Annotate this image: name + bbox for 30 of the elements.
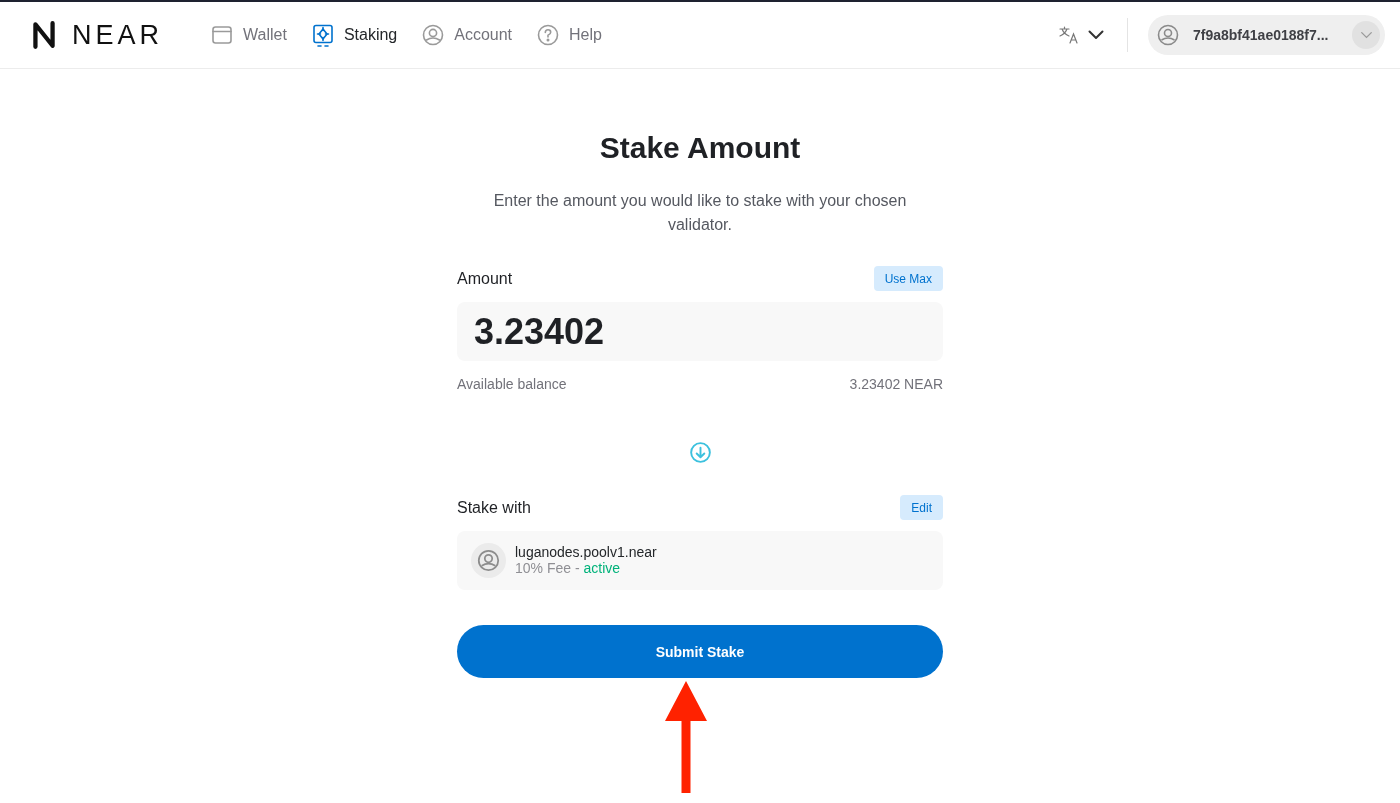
use-max-button[interactable]: Use Max xyxy=(873,266,943,291)
chevron-down-icon xyxy=(1088,30,1104,40)
pointer-arrow-icon xyxy=(664,681,708,793)
nav-tab[interactable]: Help xyxy=(537,15,602,55)
help-icon xyxy=(537,23,560,47)
validator-name: luganodes.poolv1.near xyxy=(515,544,657,560)
wallet-icon xyxy=(211,23,233,47)
logo-link[interactable]: NEAR xyxy=(27,19,163,51)
account-button[interactable]: 7f9a8bf41ae0188f7... xyxy=(1148,15,1385,55)
description-text: Enter the amount you would like to stake with your chosen validator. xyxy=(492,191,908,235)
stake-with-label: Stake with xyxy=(457,498,531,517)
balance-value: 3.23402 NEAR xyxy=(849,376,943,392)
nav-tab[interactable]: Wallet xyxy=(211,15,287,55)
page-title: Stake Amount xyxy=(598,130,802,166)
safe-icon xyxy=(311,23,334,47)
edit-button[interactable]: Edit xyxy=(900,495,943,520)
validator-avatar-icon xyxy=(471,543,506,578)
amount-label: Amount xyxy=(457,269,513,288)
fee-text: 10% Fee - xyxy=(515,560,580,576)
balance-label: Available balance xyxy=(457,376,567,392)
user-circle-icon xyxy=(422,23,445,47)
status-text: active xyxy=(583,560,621,576)
translate-icon xyxy=(1059,26,1079,44)
nav-tab[interactable]: Account xyxy=(422,15,513,55)
submit-stake-button[interactable]: Submit Stake xyxy=(457,625,943,678)
amount-input[interactable]: 3.23402 xyxy=(457,302,943,361)
user-circle-icon xyxy=(1157,24,1179,46)
chevron-down-icon xyxy=(1352,21,1380,49)
nav-tab[interactable]: Staking xyxy=(311,15,398,55)
arrow-down-circle-icon xyxy=(689,442,711,463)
